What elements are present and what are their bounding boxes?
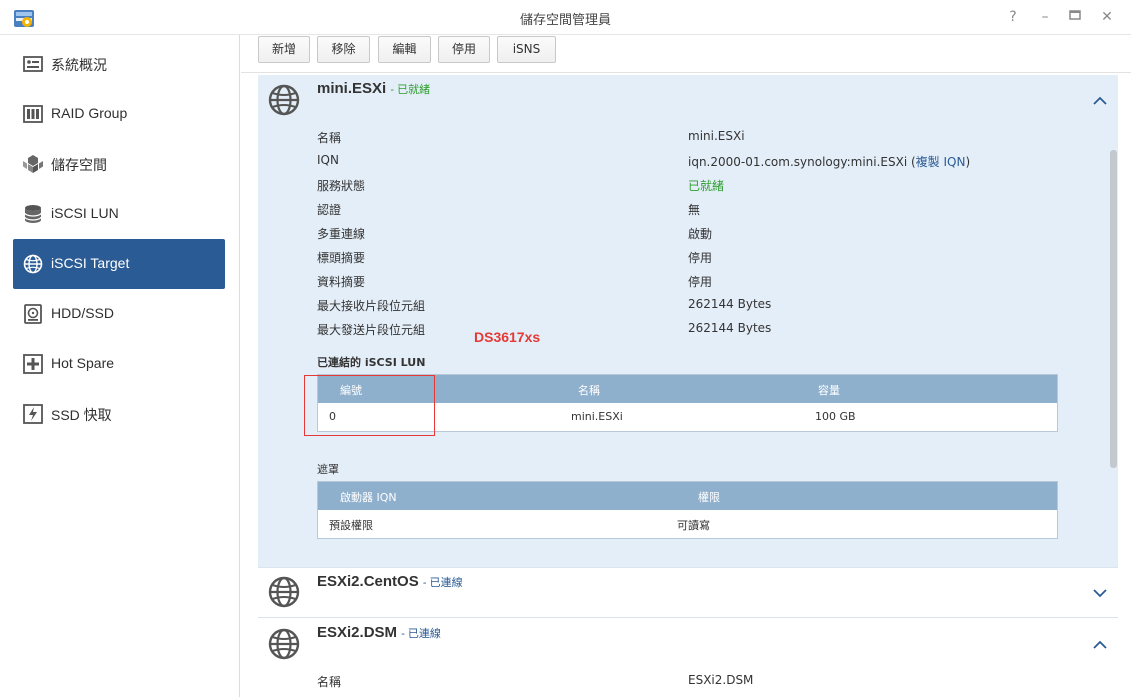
linked-lun-section-title: 已連結的 iSCSI LUN [317,356,426,369]
target-name-text: ESXi2.CentOS [317,573,419,590]
sidebar-item-label: RAID Group [51,105,128,121]
sidebar-item-overview[interactable]: 系統概況 [13,39,225,89]
sidebar-item-label: iSCSI Target [51,255,130,271]
detail-value: 啟動 [688,227,713,241]
target-status: - 已連線 [422,577,463,589]
iqn-tail: ) [965,155,971,169]
detail-key: 標頭摘要 [317,251,366,265]
detail-value: ESXi2.DSM [688,673,754,687]
chevron-up-icon[interactable] [1093,640,1107,650]
remove-button[interactable]: 移除 [317,36,370,63]
sidebar-item-label: SSD 快取 [51,407,112,423]
column-header[interactable]: 啟動器 IQN [340,489,397,505]
detail-key: 認證 [317,203,342,217]
disk-icon [24,304,42,324]
toolbar [241,35,1131,73]
minimize-icon[interactable]: – [1037,9,1053,25]
edit-button[interactable]: 編輯 [378,36,431,63]
mask-section-title: 遮罩 [317,463,339,476]
annotation-label: DS3617xs [474,329,541,345]
sidebar-item-ssd-cache[interactable]: SSD 快取 [13,389,225,439]
target-name: mini.ESXi - 已就緒 [317,80,430,97]
ssd-cache-icon [23,404,43,424]
detail-key: 名稱 [317,675,342,689]
sidebar-item-label: HDD/SSD [51,305,115,321]
close-icon[interactable]: ✕ [1099,9,1115,25]
isns-button[interactable]: iSNS [497,36,556,63]
detail-value: mini.ESXi [688,129,745,143]
copy-iqn-link[interactable]: 複製 IQN [916,155,966,169]
sidebar-item-hot-spare[interactable]: Hot Spare [13,339,225,389]
column-header[interactable]: 名稱 [578,382,600,398]
scrollbar[interactable] [1110,150,1117,468]
overview-icon [23,56,43,72]
column-header[interactable]: 容量 [818,382,840,398]
chevron-up-icon[interactable] [1093,96,1107,106]
create-button[interactable]: 新增 [258,36,310,63]
hot-spare-icon [23,354,43,374]
sidebar-item-iscsi-target[interactable]: iSCSI Target [13,239,225,289]
table-header [318,482,1057,510]
sidebar-item-label: Hot Spare [51,355,115,371]
column-header[interactable]: 權限 [698,489,720,505]
detail-key: 多重連線 [317,227,366,241]
target-status: - 已就緒 [390,84,431,96]
service-status-value: 已就緒 [688,179,725,193]
table-cell[interactable]: mini.ESXi [571,410,623,423]
target-name: ESXi2.CentOS - 已連線 [317,573,463,590]
target-name-text: ESXi2.DSM [317,624,398,641]
chevron-down-icon[interactable] [1093,588,1107,598]
table-cell[interactable]: 可讀寫 [677,517,710,533]
detail-key: 資料摘要 [317,275,366,289]
window-title: 儲存空間管理員 [519,13,611,28]
detail-key: 最大接收片段位元組 [317,299,426,313]
title-bar: 儲存空間管理員 ? – ✕ [0,0,1131,35]
globe-icon [268,576,300,608]
annotation-highlight-box [304,375,435,436]
target-name-text: mini.ESXi [317,80,387,97]
detail-value: 262144 Bytes [688,321,772,335]
target-name: ESXi2.DSM - 已連線 [317,624,441,641]
sidebar-item-volume[interactable]: 儲存空間 [13,139,225,189]
volume-icon [23,155,43,173]
sidebar-item-label: 儲存空間 [51,157,107,173]
detail-key: 名稱 [317,131,342,145]
raid-icon [23,105,43,123]
globe-icon [268,628,300,660]
sidebar-item-raid-group[interactable]: RAID Group [13,89,225,139]
detail-value: 停用 [688,275,713,289]
target-globe-icon [23,254,43,274]
detail-value: 262144 Bytes [688,297,772,311]
iqn-text: iqn.2000-01.com.synology:mini.ESXi ( [688,155,916,169]
globe-icon [268,84,300,116]
sidebar-item-label: 系統概況 [51,57,107,73]
sidebar-item-label: iSCSI LUN [51,205,119,221]
mask-table: 啟動器 IQN 權限 預設權限 可讀寫 [317,481,1058,539]
disable-button[interactable]: 停用 [438,36,490,63]
lun-icon [24,205,42,223]
detail-value: 停用 [688,251,713,265]
sidebar-item-iscsi-lun[interactable]: iSCSI LUN [13,189,225,239]
detail-key: IQN [317,153,339,167]
detail-key: 最大發送片段位元組 [317,323,426,337]
iqn-value: iqn.2000-01.com.synology:mini.ESXi (複製 I… [688,153,970,170]
help-icon[interactable]: ? [1005,9,1021,25]
detail-key: 服務狀態 [317,179,366,193]
table-cell[interactable]: 100 GB [815,410,856,423]
sidebar-item-hdd-ssd[interactable]: HDD/SSD [13,289,225,339]
detail-value: 無 [688,203,701,217]
target-status: - 已連線 [401,628,441,640]
maximize-icon[interactable] [1067,9,1083,25]
table-cell[interactable]: 預設權限 [329,517,373,533]
